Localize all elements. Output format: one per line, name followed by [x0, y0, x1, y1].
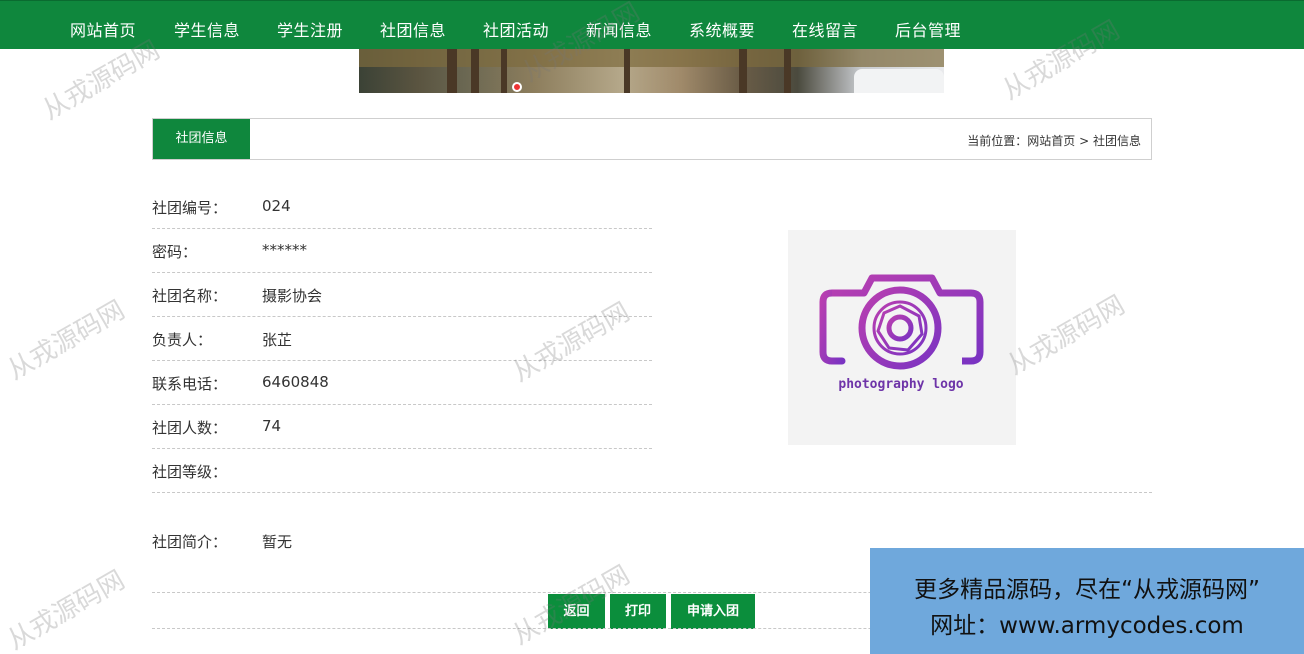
banner-image: [359, 49, 944, 93]
detail-row-phone: 联系电话： 6460848: [152, 361, 652, 405]
watermark: 从戎源码网: [2, 295, 131, 387]
nav-item-home[interactable]: 网站首页: [70, 17, 136, 41]
detail-label: 社团编号：: [152, 199, 228, 217]
nav-item-student-info[interactable]: 学生信息: [174, 17, 240, 41]
detail-label: 密码：: [152, 243, 198, 261]
section-header: 社团信息 当前位置：网站首页 > 社团信息: [152, 118, 1152, 160]
watermark: 从戎源码网: [2, 565, 131, 654]
detail-row-club-level: 社团等级：: [152, 449, 1152, 493]
promo-line-2: 网址：www.armycodes.com: [930, 613, 1244, 639]
detail-value: 6460848: [262, 373, 329, 391]
detail-value: ******: [262, 241, 307, 259]
detail-label: 社团简介：: [152, 533, 228, 551]
detail-row-club-name: 社团名称： 摄影协会: [152, 273, 652, 317]
print-button[interactable]: 打印: [610, 594, 666, 629]
detail-label: 负责人：: [152, 331, 213, 349]
section-tab: 社团信息: [153, 119, 250, 159]
club-logo-image: photography logo: [788, 230, 1016, 445]
back-button[interactable]: 返回: [548, 594, 605, 629]
breadcrumb-separator: >: [1079, 134, 1090, 148]
detail-row-leader: 负责人： 张芷: [152, 317, 652, 361]
camera-logo-icon: photography logo: [819, 274, 984, 392]
breadcrumb-prefix: 当前位置：: [967, 134, 1028, 148]
detail-value: 张芷: [262, 331, 293, 349]
nav-item-student-register[interactable]: 学生注册: [277, 17, 343, 41]
logo-text: photography logo: [838, 377, 963, 392]
detail-label: 社团人数：: [152, 419, 228, 437]
detail-value: 74: [262, 417, 282, 435]
nav-item-message[interactable]: 在线留言: [792, 17, 858, 41]
top-nav: 网站首页 学生信息 学生注册 社团信息 社团活动 新闻信息 系统概要 在线留言 …: [0, 0, 1304, 49]
detail-value: 024: [262, 197, 291, 215]
detail-label: 联系电话：: [152, 375, 228, 393]
promo-banner: 更多精品源码，尽在“从戎源码网” 网址：www.armycodes.com: [870, 548, 1304, 654]
detail-label: 社团等级：: [152, 463, 228, 481]
nav-item-club-activity[interactable]: 社团活动: [483, 17, 549, 41]
breadcrumb-home-link[interactable]: 网站首页: [1027, 134, 1075, 148]
nav-item-news[interactable]: 新闻信息: [586, 17, 652, 41]
detail-row-member-count: 社团人数： 74: [152, 405, 652, 449]
breadcrumb-current[interactable]: 社团信息: [1093, 134, 1141, 148]
detail-label: 社团名称：: [152, 287, 228, 305]
detail-row-password: 密码： ******: [152, 229, 652, 273]
detail-row-club-id: 社团编号： 024: [152, 185, 652, 229]
detail-value: 暂无: [262, 533, 293, 551]
promo-line-1: 更多精品源码，尽在“从戎源码网”: [914, 577, 1260, 603]
apply-join-button[interactable]: 申请入团: [671, 594, 755, 629]
detail-value: 摄影协会: [262, 287, 323, 305]
breadcrumb: 当前位置：网站首页 > 社团信息: [967, 132, 1141, 149]
watermark: 从戎源码网: [1002, 290, 1131, 382]
nav-item-system-overview[interactable]: 系统概要: [689, 17, 755, 41]
nav-item-club-info[interactable]: 社团信息: [380, 17, 446, 41]
nav-item-admin[interactable]: 后台管理: [895, 17, 961, 41]
